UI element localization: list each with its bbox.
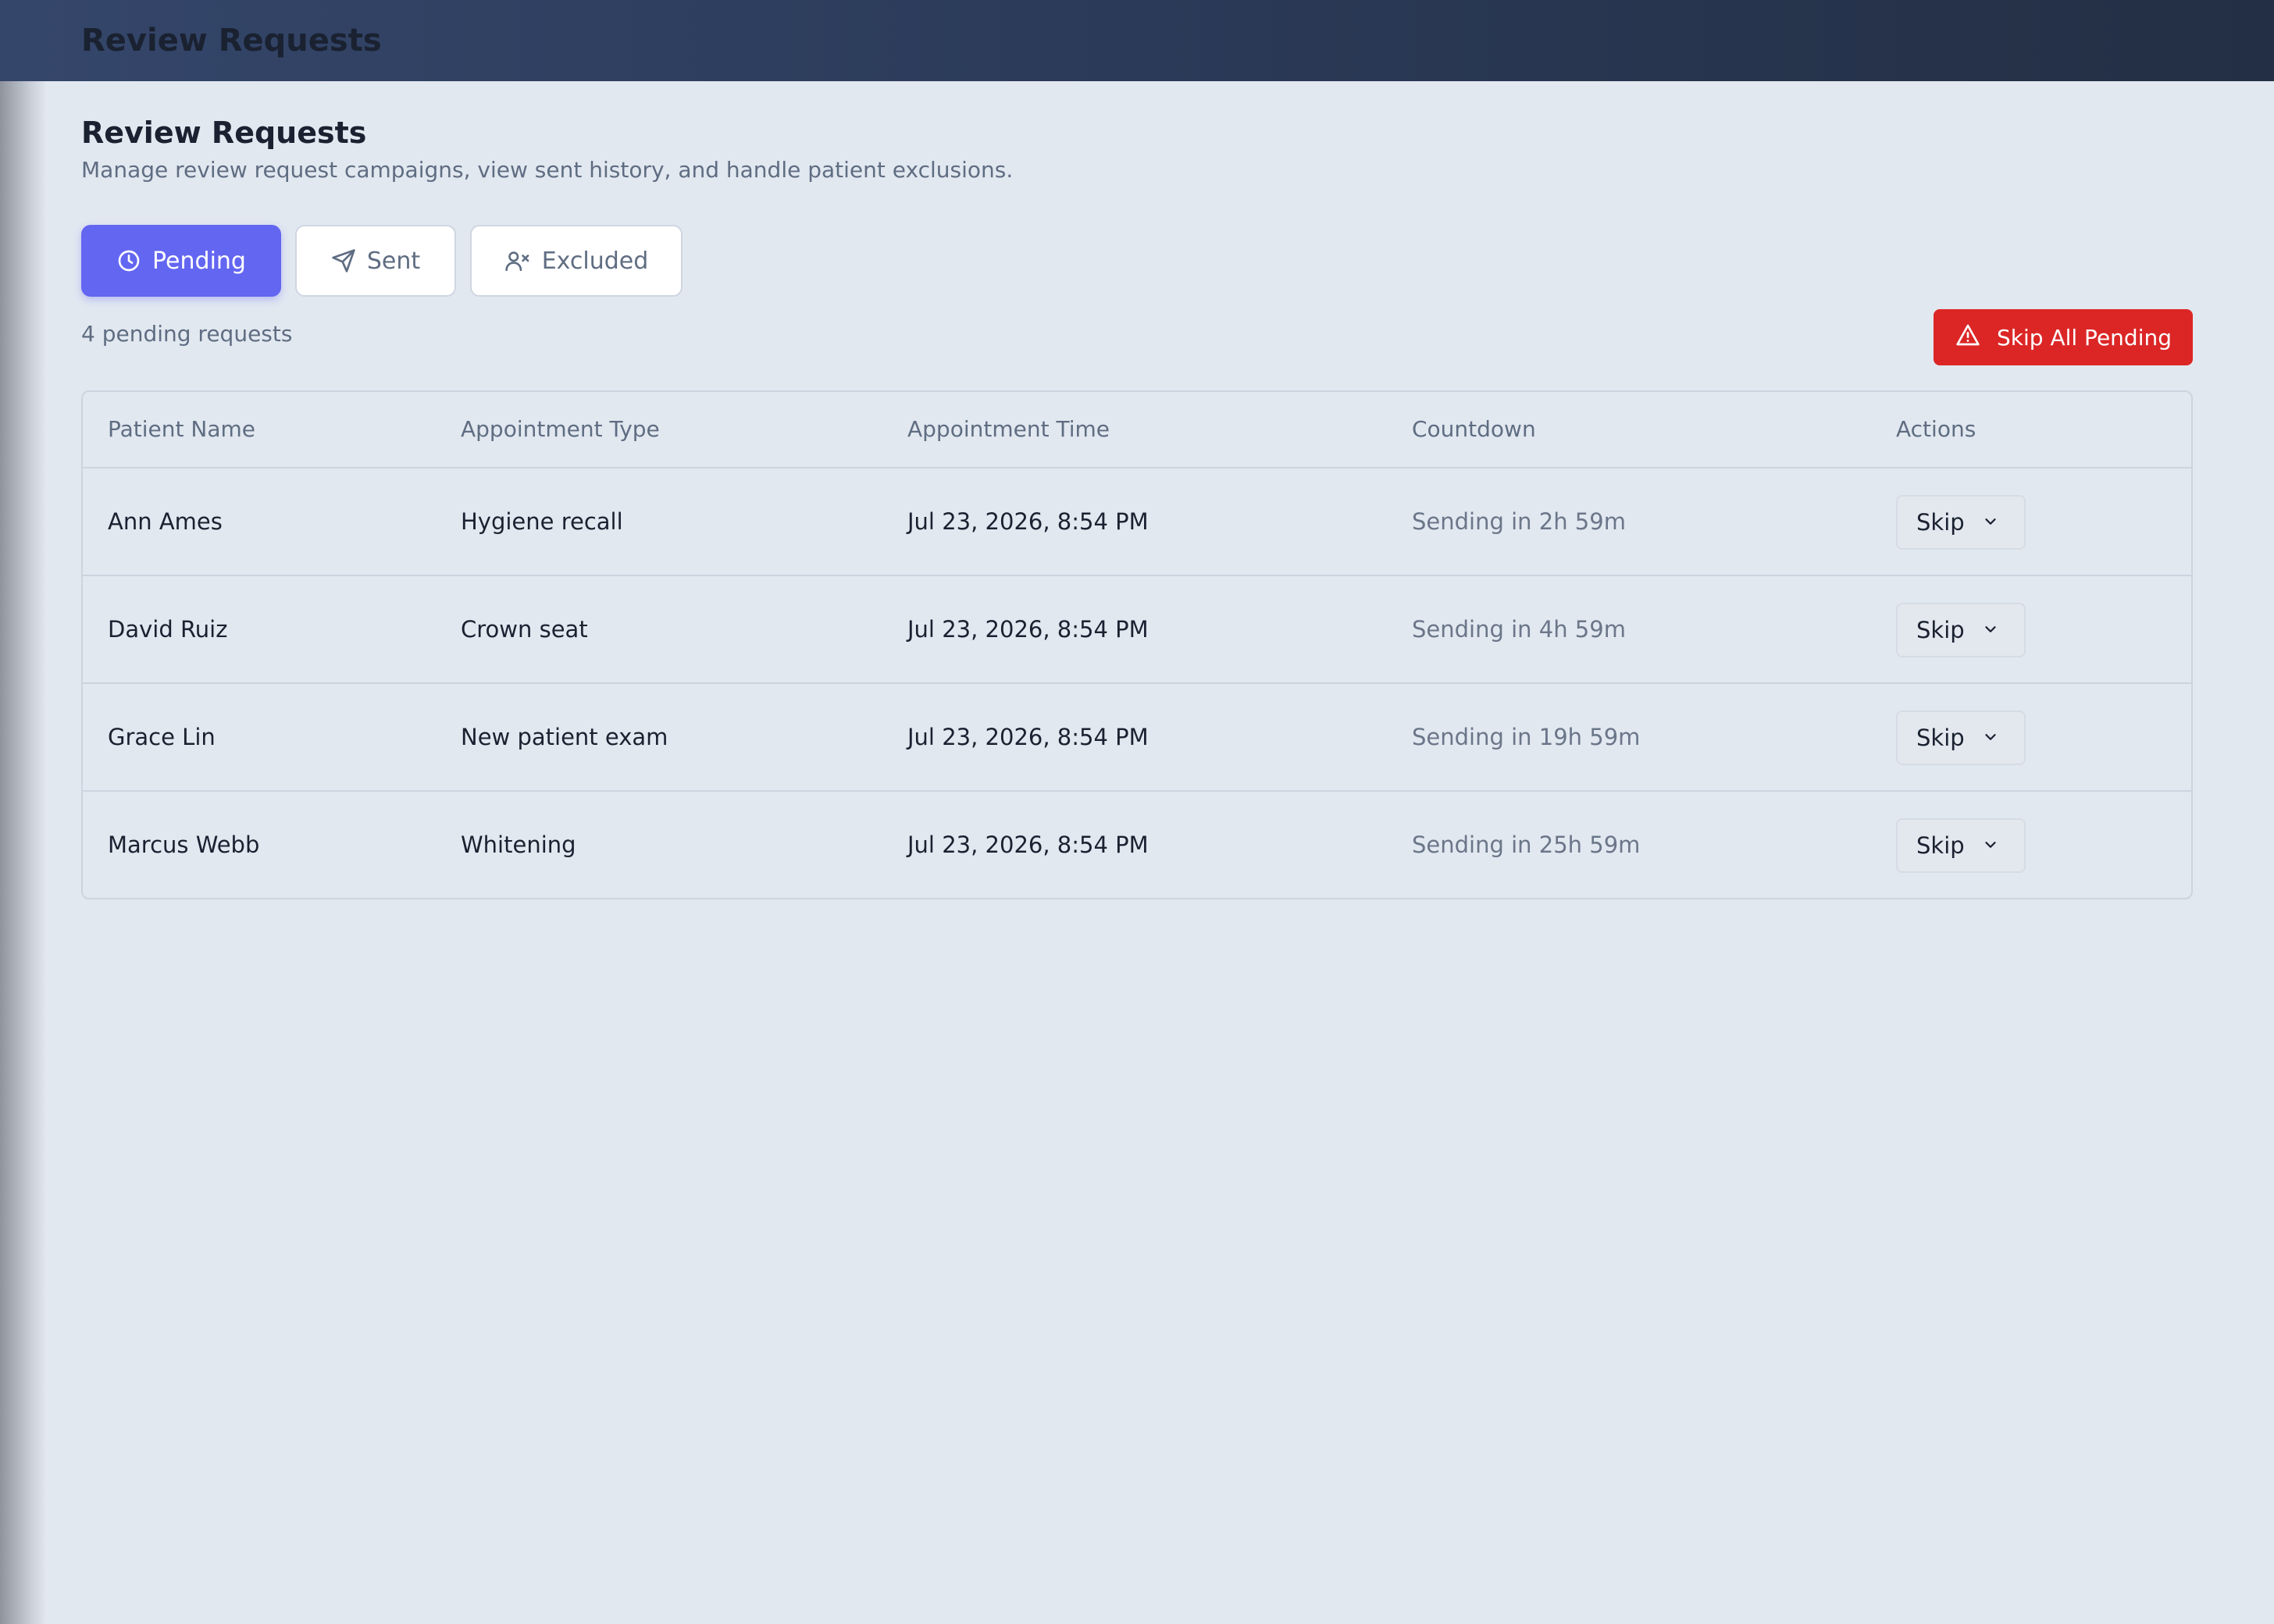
column-header-appointment-type: Appointment Type (461, 416, 660, 442)
tab-bar: Pending Sent Excluded (81, 225, 683, 297)
patient-name-cell: Grace Lin (108, 724, 216, 750)
column-header-countdown: Countdown (1412, 416, 1536, 442)
table-row: Grace Lin New patient exam Jul 23, 2026,… (83, 684, 2191, 792)
page-title: Review Requests (81, 116, 367, 150)
page-subtitle: Manage review request campaigns, view se… (81, 157, 1014, 183)
appointment-type-cell: Hygiene recall (461, 508, 623, 535)
sidebar-shadow (0, 81, 47, 1624)
appointment-time-cell: Jul 23, 2026, 8:54 PM (907, 508, 1149, 535)
countdown-cell: Sending in 25h 59m (1412, 832, 1641, 858)
tab-excluded[interactable]: Excluded (470, 225, 683, 297)
tab-pending[interactable]: Pending (81, 225, 281, 297)
tab-sent[interactable]: Sent (295, 225, 456, 297)
skip-label: Skip (1916, 509, 1965, 536)
skip-all-pending-label: Skip All Pending (1997, 324, 2172, 351)
table-header: Patient Name Appointment Type Appointmen… (83, 392, 2191, 468)
patient-name-cell: David Ruiz (108, 616, 228, 643)
skip-dropdown-button[interactable]: Skip (1896, 495, 2026, 550)
chevron-down-icon (1982, 725, 1999, 751)
app-title: Review Requests (81, 23, 382, 59)
tab-pending-label: Pending (152, 247, 246, 275)
top-bar: Review Requests (0, 0, 2274, 81)
skip-all-pending-button[interactable]: Skip All Pending (1934, 309, 2193, 365)
appointment-type-cell: Whitening (461, 832, 576, 858)
appointment-type-cell: New patient exam (461, 724, 668, 750)
countdown-cell: Sending in 19h 59m (1412, 724, 1641, 750)
table-row: Marcus Webb Whitening Jul 23, 2026, 8:54… (83, 792, 2191, 898)
send-icon (331, 248, 356, 273)
skip-dropdown-button[interactable]: Skip (1896, 710, 2026, 765)
chevron-down-icon (1982, 832, 1999, 859)
countdown-cell: Sending in 2h 59m (1412, 508, 1626, 535)
appointment-time-cell: Jul 23, 2026, 8:54 PM (907, 832, 1149, 858)
table-row: Ann Ames Hygiene recall Jul 23, 2026, 8:… (83, 468, 2191, 576)
skip-label: Skip (1916, 832, 1965, 859)
tab-excluded-label: Excluded (541, 247, 649, 275)
warning-triangle-icon (1955, 322, 1981, 353)
chevron-down-icon (1982, 509, 1999, 536)
tab-sent-label: Sent (366, 247, 421, 275)
pending-requests-table: Patient Name Appointment Type Appointmen… (81, 390, 2193, 899)
chevron-down-icon (1982, 617, 1999, 643)
pending-count: 4 pending requests (81, 321, 293, 347)
column-header-actions: Actions (1896, 416, 1976, 442)
user-x-icon (504, 248, 531, 273)
skip-label: Skip (1916, 725, 1965, 751)
patient-name-cell: Marcus Webb (108, 832, 260, 858)
appointment-type-cell: Crown seat (461, 616, 588, 643)
skip-dropdown-button[interactable]: Skip (1896, 818, 2026, 873)
skip-dropdown-button[interactable]: Skip (1896, 603, 2026, 657)
table-row: David Ruiz Crown seat Jul 23, 2026, 8:54… (83, 576, 2191, 684)
appointment-time-cell: Jul 23, 2026, 8:54 PM (907, 724, 1149, 750)
countdown-cell: Sending in 4h 59m (1412, 616, 1626, 643)
clock-icon (116, 248, 141, 273)
patient-name-cell: Ann Ames (108, 508, 223, 535)
appointment-time-cell: Jul 23, 2026, 8:54 PM (907, 616, 1149, 643)
column-header-appointment-time: Appointment Time (907, 416, 1110, 442)
skip-label: Skip (1916, 617, 1965, 643)
column-header-patient-name: Patient Name (108, 416, 255, 442)
